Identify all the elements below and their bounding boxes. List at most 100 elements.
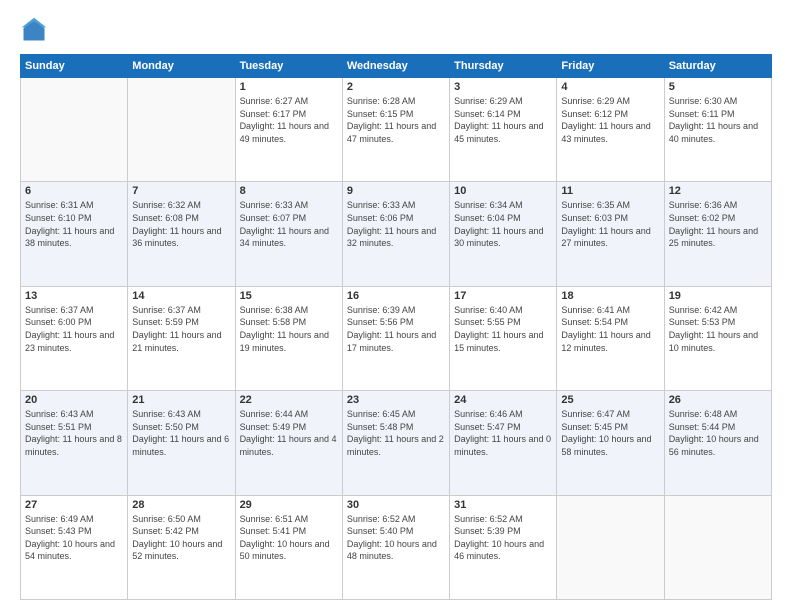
col-thursday: Thursday — [450, 55, 557, 78]
logo — [20, 16, 52, 44]
day-number: 14 — [132, 290, 230, 302]
day-info: Sunrise: 6:40 AM Sunset: 5:55 PM Dayligh… — [454, 304, 552, 354]
day-number: 5 — [669, 81, 767, 93]
day-info: Sunrise: 6:29 AM Sunset: 6:12 PM Dayligh… — [561, 95, 659, 145]
day-info: Sunrise: 6:30 AM Sunset: 6:11 PM Dayligh… — [669, 95, 767, 145]
day-number: 26 — [669, 394, 767, 406]
table-row: 8 Sunrise: 6:33 AM Sunset: 6:07 PM Daylig… — [235, 182, 342, 286]
table-row: 25 Sunrise: 6:47 AM Sunset: 5:45 PM Dayli… — [557, 391, 664, 495]
day-number: 16 — [347, 290, 445, 302]
day-number: 30 — [347, 499, 445, 511]
day-info: Sunrise: 6:43 AM Sunset: 5:50 PM Dayligh… — [132, 408, 230, 458]
day-number: 12 — [669, 185, 767, 197]
calendar-table: Sunday Monday Tuesday Wednesday Thursday… — [20, 54, 772, 600]
day-info: Sunrise: 6:48 AM Sunset: 5:44 PM Dayligh… — [669, 408, 767, 458]
day-info: Sunrise: 6:47 AM Sunset: 5:45 PM Dayligh… — [561, 408, 659, 458]
calendar-week-row: 20 Sunrise: 6:43 AM Sunset: 5:51 PM Dayli… — [21, 391, 772, 495]
day-info: Sunrise: 6:29 AM Sunset: 6:14 PM Dayligh… — [454, 95, 552, 145]
table-row: 3Sunrise: 6:29 AM Sunset: 6:14 PM Daylig… — [450, 78, 557, 182]
day-info: Sunrise: 6:52 AM Sunset: 5:40 PM Dayligh… — [347, 513, 445, 563]
table-row: 18Sunrise: 6:41 AM Sunset: 5:54 PM Dayli… — [557, 286, 664, 390]
table-row: 27 Sunrise: 6:49 AM Sunset: 5:43 PM Dayli… — [21, 495, 128, 599]
table-row: 19 Sunrise: 6:42 AM Sunset: 5:53 PM Dayli… — [664, 286, 771, 390]
table-row: 9 Sunrise: 6:33 AM Sunset: 6:06 PM Daylig… — [342, 182, 449, 286]
table-row: 13 Sunrise: 6:37 AM Sunset: 6:00 PM Dayli… — [21, 286, 128, 390]
day-number: 17 — [454, 290, 552, 302]
col-saturday: Saturday — [664, 55, 771, 78]
table-row: 2Sunrise: 6:28 AM Sunset: 6:15 PM Daylig… — [342, 78, 449, 182]
day-number: 11 — [561, 185, 659, 197]
calendar-week-row: 6 Sunrise: 6:31 AM Sunset: 6:10 PM Daylig… — [21, 182, 772, 286]
logo-icon — [20, 16, 48, 44]
table-row — [128, 78, 235, 182]
day-number: 10 — [454, 185, 552, 197]
day-info: Sunrise: 6:38 AM Sunset: 5:58 PM Dayligh… — [240, 304, 338, 354]
table-row: 1 Sunrise: 6:27 AM Sunset: 6:17 PM Daylig… — [235, 78, 342, 182]
table-row: 20 Sunrise: 6:43 AM Sunset: 5:51 PM Dayli… — [21, 391, 128, 495]
day-number: 6 — [25, 185, 123, 197]
day-number: 7 — [132, 185, 230, 197]
table-row: 31 Sunrise: 6:52 AM Sunset: 5:39 PM Dayli… — [450, 495, 557, 599]
table-row: 16 Sunrise: 6:39 AM Sunset: 5:56 PM Dayli… — [342, 286, 449, 390]
day-number: 27 — [25, 499, 123, 511]
table-row: 11 Sunrise: 6:35 AM Sunset: 6:03 PM Dayli… — [557, 182, 664, 286]
calendar-week-row: 13 Sunrise: 6:37 AM Sunset: 6:00 PM Dayli… — [21, 286, 772, 390]
day-info: Sunrise: 6:39 AM Sunset: 5:56 PM Dayligh… — [347, 304, 445, 354]
day-number: 23 — [347, 394, 445, 406]
day-info: Sunrise: 6:52 AM Sunset: 5:39 PM Dayligh… — [454, 513, 552, 563]
day-number: 19 — [669, 290, 767, 302]
table-row — [557, 495, 664, 599]
table-row: 14 Sunrise: 6:37 AM Sunset: 5:59 PM Dayli… — [128, 286, 235, 390]
day-info: Sunrise: 6:45 AM Sunset: 5:48 PM Dayligh… — [347, 408, 445, 458]
table-row — [664, 495, 771, 599]
table-row: 10 Sunrise: 6:34 AM Sunset: 6:04 PM Dayli… — [450, 182, 557, 286]
table-row: 7Sunrise: 6:32 AM Sunset: 6:08 PM Daylig… — [128, 182, 235, 286]
table-row: 28 Sunrise: 6:50 AM Sunset: 5:42 PM Dayli… — [128, 495, 235, 599]
table-row: 6 Sunrise: 6:31 AM Sunset: 6:10 PM Daylig… — [21, 182, 128, 286]
day-info: Sunrise: 6:33 AM Sunset: 6:06 PM Dayligh… — [347, 199, 445, 249]
calendar-header-row: Sunday Monday Tuesday Wednesday Thursday… — [21, 55, 772, 78]
day-number: 4 — [561, 81, 659, 93]
header — [20, 16, 772, 44]
day-info: Sunrise: 6:44 AM Sunset: 5:49 PM Dayligh… — [240, 408, 338, 458]
day-info: Sunrise: 6:43 AM Sunset: 5:51 PM Dayligh… — [25, 408, 123, 458]
calendar-week-row: 1 Sunrise: 6:27 AM Sunset: 6:17 PM Daylig… — [21, 78, 772, 182]
day-info: Sunrise: 6:27 AM Sunset: 6:17 PM Dayligh… — [240, 95, 338, 145]
calendar-week-row: 27 Sunrise: 6:49 AM Sunset: 5:43 PM Dayli… — [21, 495, 772, 599]
day-info: Sunrise: 6:50 AM Sunset: 5:42 PM Dayligh… — [132, 513, 230, 563]
table-row: 26 Sunrise: 6:48 AM Sunset: 5:44 PM Dayli… — [664, 391, 771, 495]
day-info: Sunrise: 6:35 AM Sunset: 6:03 PM Dayligh… — [561, 199, 659, 249]
table-row: 5 Sunrise: 6:30 AM Sunset: 6:11 PM Daylig… — [664, 78, 771, 182]
table-row — [21, 78, 128, 182]
col-friday: Friday — [557, 55, 664, 78]
day-info: Sunrise: 6:36 AM Sunset: 6:02 PM Dayligh… — [669, 199, 767, 249]
table-row: 21 Sunrise: 6:43 AM Sunset: 5:50 PM Dayli… — [128, 391, 235, 495]
day-number: 20 — [25, 394, 123, 406]
day-info: Sunrise: 6:34 AM Sunset: 6:04 PM Dayligh… — [454, 199, 552, 249]
page: Sunday Monday Tuesday Wednesday Thursday… — [0, 0, 792, 612]
col-sunday: Sunday — [21, 55, 128, 78]
table-row: 17 Sunrise: 6:40 AM Sunset: 5:55 PM Dayli… — [450, 286, 557, 390]
day-number: 9 — [347, 185, 445, 197]
day-info: Sunrise: 6:37 AM Sunset: 6:00 PM Dayligh… — [25, 304, 123, 354]
day-info: Sunrise: 6:42 AM Sunset: 5:53 PM Dayligh… — [669, 304, 767, 354]
table-row: 29Sunrise: 6:51 AM Sunset: 5:41 PM Dayli… — [235, 495, 342, 599]
day-info: Sunrise: 6:31 AM Sunset: 6:10 PM Dayligh… — [25, 199, 123, 249]
day-number: 8 — [240, 185, 338, 197]
day-info: Sunrise: 6:37 AM Sunset: 5:59 PM Dayligh… — [132, 304, 230, 354]
day-number: 29 — [240, 499, 338, 511]
day-number: 1 — [240, 81, 338, 93]
day-info: Sunrise: 6:28 AM Sunset: 6:15 PM Dayligh… — [347, 95, 445, 145]
col-tuesday: Tuesday — [235, 55, 342, 78]
day-number: 28 — [132, 499, 230, 511]
day-number: 13 — [25, 290, 123, 302]
table-row: 24Sunrise: 6:46 AM Sunset: 5:47 PM Dayli… — [450, 391, 557, 495]
day-number: 21 — [132, 394, 230, 406]
day-number: 31 — [454, 499, 552, 511]
day-info: Sunrise: 6:33 AM Sunset: 6:07 PM Dayligh… — [240, 199, 338, 249]
day-info: Sunrise: 6:49 AM Sunset: 5:43 PM Dayligh… — [25, 513, 123, 563]
day-number: 25 — [561, 394, 659, 406]
day-number: 22 — [240, 394, 338, 406]
day-number: 18 — [561, 290, 659, 302]
table-row: 30 Sunrise: 6:52 AM Sunset: 5:40 PM Dayli… — [342, 495, 449, 599]
